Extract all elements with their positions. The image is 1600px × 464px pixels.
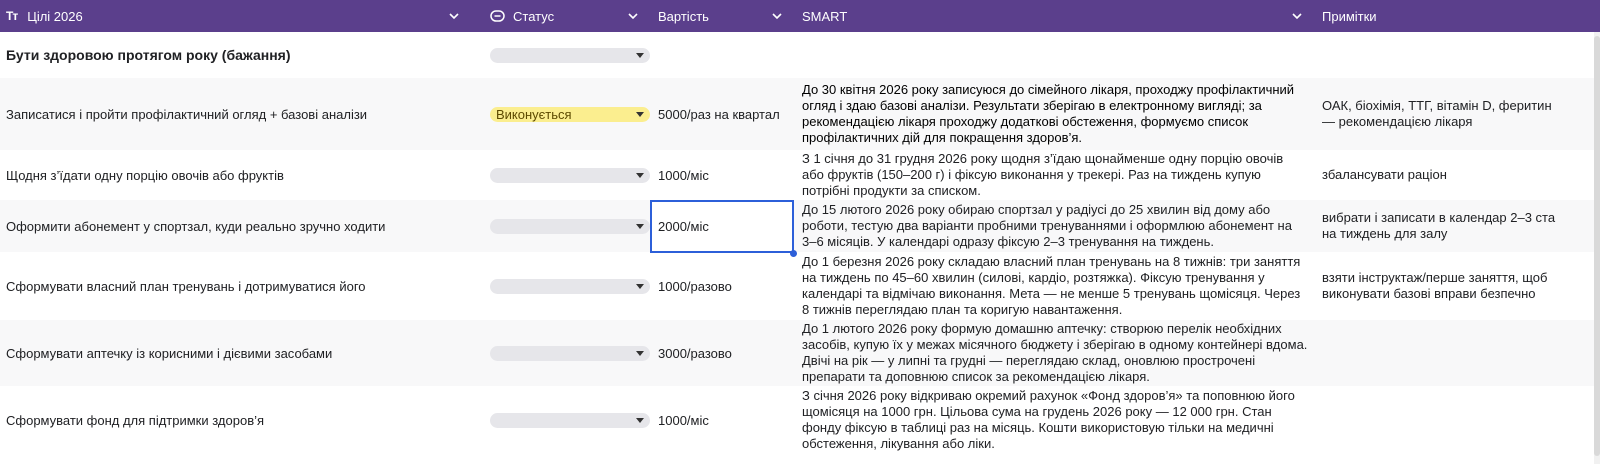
status-pill-icon	[490, 10, 505, 22]
status-dropdown[interactable]: Виконується	[490, 106, 650, 122]
status-dropdown[interactable]	[490, 167, 650, 183]
column-header-smart[interactable]: SMART	[794, 0, 1314, 32]
caret-down-icon	[636, 223, 644, 229]
table-row[interactable]: Щодня з’їдати одну порцію овочів або фру…	[0, 150, 1600, 200]
table-row[interactable]: Оформити абонемент у спортзал, куди реал…	[0, 200, 1600, 252]
caret-down-icon	[636, 417, 644, 423]
smart-cell[interactable]: До 15 лютого 2026 року обираю спортзал у…	[794, 200, 1314, 252]
notes-cell[interactable]: ОАК, біохімія, ТТГ, вітамін D, феритин —…	[1314, 78, 1600, 150]
table-header: Tт Цілі 2026 Статус Вартість SMART Примі…	[0, 0, 1600, 32]
scrollbar-thumb[interactable]	[1594, 36, 1600, 456]
status-cell[interactable]	[484, 32, 650, 78]
notes-text: ОАК, біохімія, ТТГ, вітамін D, феритин —…	[1322, 98, 1552, 129]
smart-text: До 30 квітня 2026 року записуюся до сіме…	[802, 82, 1295, 145]
notes-cell[interactable]: збалансувати раціон	[1314, 150, 1600, 200]
column-label-goals: Цілі 2026	[27, 8, 83, 24]
goal-cell[interactable]: Щодня з’їдати одну порцію овочів або фру…	[0, 150, 484, 200]
cost-cell[interactable]: 5000/раз на квартал	[650, 78, 794, 150]
group-row[interactable]: Бути здоровою протягом року (бажання)	[0, 32, 1600, 78]
table-row[interactable]: Сформувати аптечку із корисними і дієвим…	[0, 320, 1600, 386]
column-label-status: Статус	[513, 8, 555, 24]
goal-cell[interactable]: Оформити абонемент у спортзал, куди реал…	[0, 200, 484, 252]
smart-text: З січня 2026 року відкриваю окремий раху…	[802, 388, 1295, 451]
cost-cell[interactable]: 1000/разово	[650, 252, 794, 320]
fill-handle[interactable]	[790, 250, 797, 257]
goal-cell[interactable]: Сформувати власний план тренувань і дотр…	[0, 252, 484, 320]
status-cell[interactable]	[484, 200, 650, 252]
text-type-icon: Tт	[6, 9, 18, 23]
notes-text: вибрати і записати в календар 2–3 ста на…	[1322, 210, 1556, 241]
column-label-notes: Примітки	[1322, 8, 1377, 24]
column-label-cost: Вартість	[658, 8, 709, 24]
cost-cell[interactable]: 1000/міс	[650, 150, 794, 200]
chevron-down-icon[interactable]	[772, 11, 782, 21]
chevron-down-icon[interactable]	[628, 11, 638, 21]
status-dropdown[interactable]	[490, 218, 650, 234]
status-dropdown[interactable]	[490, 278, 650, 294]
status-dropdown[interactable]	[490, 412, 650, 428]
smart-text: До 1 лютого 2026 року формую домашню апт…	[802, 321, 1308, 384]
group-title[interactable]: Бути здоровою протягом року (бажання)	[0, 32, 484, 78]
notes-cell[interactable]	[1314, 386, 1600, 454]
table-row[interactable]: Сформувати фонд для підтримки здоров’я 1…	[0, 386, 1600, 454]
goal-cell[interactable]: Записатися і пройти профілактичний огляд…	[0, 78, 484, 150]
smart-cell[interactable]: До 30 квітня 2026 року записуюся до сіме…	[794, 78, 1314, 150]
status-value: Виконується	[496, 106, 572, 122]
column-header-notes[interactable]: Примітки	[1314, 0, 1600, 32]
goal-cell[interactable]: Сформувати фонд для підтримки здоров’я	[0, 386, 484, 454]
column-label-smart: SMART	[802, 8, 848, 24]
smart-cell[interactable]: З 1 січня до 31 грудня 2026 року щодня з…	[794, 150, 1314, 200]
table-row[interactable]: Записатися і пройти профілактичний огляд…	[0, 78, 1600, 150]
notes-cell[interactable]: взяти інструктаж/перше заняття, щоб вико…	[1314, 252, 1600, 320]
smart-text: До 1 березня 2026 року складаю власний п…	[802, 254, 1301, 317]
goal-cell[interactable]: Сформувати аптечку із корисними і дієвим…	[0, 320, 484, 386]
notes-cell[interactable]	[1314, 320, 1600, 386]
table-row[interactable]: Сформувати власний план тренувань і дотр…	[0, 252, 1600, 320]
caret-down-icon	[636, 172, 644, 178]
status-cell[interactable]: Виконується	[484, 78, 650, 150]
notes-text: взяти інструктаж/перше заняття, щоб вико…	[1322, 270, 1548, 301]
column-header-goals[interactable]: Tт Цілі 2026	[0, 0, 484, 32]
selected-cell-outline	[650, 200, 794, 253]
smart-cell[interactable]: З січня 2026 року відкриваю окремий раху…	[794, 386, 1314, 454]
smart-cell[interactable]: До 1 лютого 2026 року формую домашню апт…	[794, 320, 1314, 386]
smart-cell[interactable]: До 1 березня 2026 року складаю власний п…	[794, 252, 1314, 320]
notes-cell[interactable]: вибрати і записати в календар 2–3 ста на…	[1314, 200, 1600, 252]
smart-text: До 15 лютого 2026 року обираю спортзал у…	[802, 202, 1292, 249]
status-cell[interactable]	[484, 252, 650, 320]
caret-down-icon	[636, 350, 644, 356]
cost-cell[interactable]: 3000/разово	[650, 320, 794, 386]
caret-down-icon	[636, 283, 644, 289]
cost-cell[interactable]: 1000/міс	[650, 386, 794, 454]
status-cell[interactable]	[484, 150, 650, 200]
smart-text: З 1 січня до 31 грудня 2026 року щодня з…	[802, 151, 1284, 198]
status-cell[interactable]	[484, 386, 650, 454]
caret-down-icon	[636, 111, 644, 117]
status-dropdown[interactable]	[490, 345, 650, 361]
status-cell[interactable]	[484, 320, 650, 386]
column-header-status[interactable]: Статус	[484, 0, 650, 32]
status-dropdown[interactable]	[490, 47, 650, 63]
caret-down-icon	[636, 52, 644, 58]
chevron-down-icon[interactable]	[449, 11, 459, 21]
column-header-cost[interactable]: Вартість	[650, 0, 794, 32]
chevron-down-icon[interactable]	[1292, 11, 1302, 21]
